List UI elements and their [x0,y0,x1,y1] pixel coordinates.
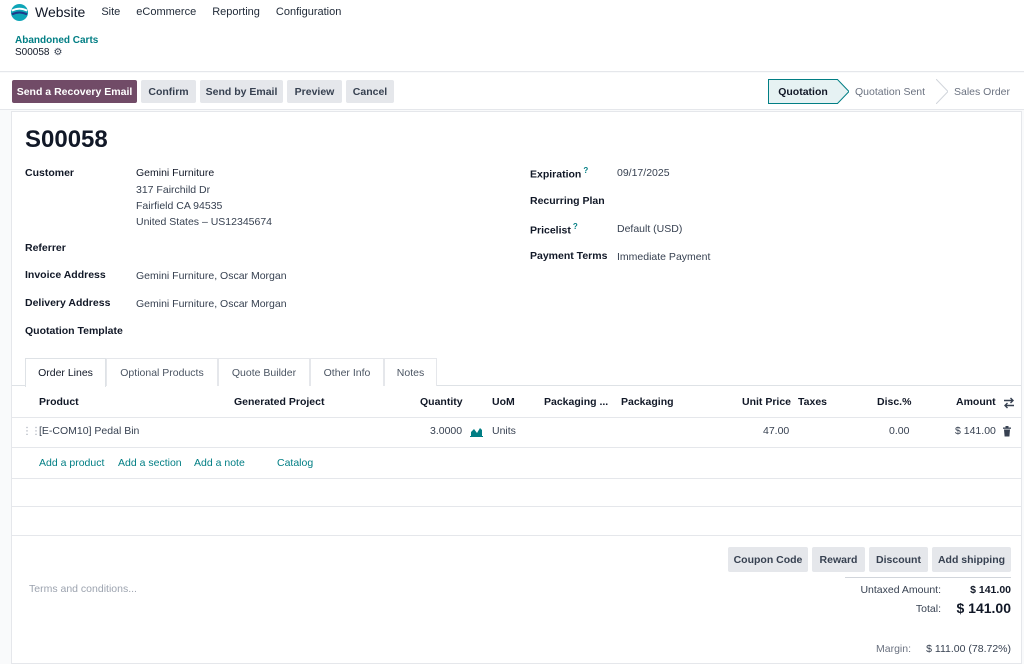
tab-quote-builder[interactable]: Quote Builder [218,358,310,386]
add-note-link[interactable]: Add a note [194,457,245,469]
gear-icon[interactable]: ⚙ [53,47,62,58]
customer-address-line1: 317 Fairchild Dr [136,184,211,196]
status-arrow-icon [837,79,849,104]
untaxed-amount-label: Untaxed Amount: [860,584,941,596]
table-bottom-divider [12,535,1021,536]
add-product-link[interactable]: Add a product [39,457,104,469]
help-icon: ? [583,166,589,175]
invoice-address-field[interactable]: Gemini Furniture, Oscar Morgan [136,270,287,282]
menu-site[interactable]: Site [101,6,120,18]
record-title: S00058 [25,126,108,153]
add-shipping-button[interactable]: Add shipping [932,547,1011,572]
cancel-button[interactable]: Cancel [346,80,394,103]
col-packaging-qty[interactable]: Packaging ... [544,396,608,408]
customer-name[interactable]: Gemini Furniture [136,167,214,179]
customer-address-line2: Fairfield CA 94535 [136,200,223,212]
status-separator-icon [936,79,948,104]
control-panel: Abandoned Carts S00058 ⚙ [0,24,1024,72]
referrer-label: Referrer [25,242,66,254]
tab-other-info[interactable]: Other Info [310,358,384,386]
pricelist-field[interactable]: Default (USD) [617,223,682,235]
col-quantity[interactable]: Quantity [420,396,463,408]
top-navbar: Website Site eCommerce Reporting Configu… [0,0,1024,24]
preview-button[interactable]: Preview [287,80,342,103]
product-cell[interactable]: [E-COM10] Pedal Bin [39,425,139,437]
customer-address-line3: United States – US12345674 [136,216,273,228]
col-amount[interactable]: Amount [956,396,996,408]
send-recovery-email-button[interactable]: Send a Recovery Email [12,80,137,103]
trash-icon[interactable] [1002,426,1012,437]
menu-reporting[interactable]: Reporting [212,6,260,18]
send-by-email-button[interactable]: Send by Email [200,80,283,103]
status-quotation[interactable]: Quotation [768,79,838,104]
notebook-tabs: Order Lines Optional Products Quote Buil… [12,358,1021,387]
margin-value: $ 111.00 (78.72%) [926,643,1011,655]
total-value: $ 141.00 [956,600,1012,616]
help-icon: ? [572,222,578,231]
col-unit-price[interactable]: Unit Price [742,396,791,408]
pricelist-label: Pricelist? [530,222,578,237]
delivery-address-label: Delivery Address [25,297,111,309]
col-product[interactable]: Product [39,396,79,408]
row-divider [12,447,1021,448]
tab-order-lines[interactable]: Order Lines [25,358,106,387]
discount-cell[interactable]: 0.00 [889,425,909,437]
totals-divider [845,577,1011,578]
expiration-label: Expiration? [530,166,589,181]
breadcrumb-abandoned-carts[interactable]: Abandoned Carts [15,35,98,46]
unit-price-cell[interactable]: 47.00 [763,425,789,437]
margin-label: Margin: [875,643,911,655]
quotation-template-label: Quotation Template [25,325,123,337]
amount-cell: $ 141.00 [955,425,996,437]
terms-conditions-field[interactable]: Terms and conditions... [29,583,137,595]
col-uom[interactable]: UoM [492,396,515,408]
col-generated-project[interactable]: Generated Project [234,396,324,408]
tab-optional-products[interactable]: Optional Products [106,358,218,386]
form-sheet: S00058 Customer Gemini Furniture 317 Fai… [11,111,1022,664]
col-disc[interactable]: Disc.% [877,396,911,408]
menu-ecommerce[interactable]: eCommerce [136,6,196,18]
reward-button[interactable]: Reward [812,547,865,572]
expiration-field[interactable]: 09/17/2025 [617,167,670,179]
payment-terms-label: Payment Terms [530,250,608,262]
discount-button[interactable]: Discount [869,547,928,572]
recurring-plan-label: Recurring Plan [530,195,605,207]
col-taxes[interactable]: Taxes [798,396,827,408]
header-divider [12,417,1021,418]
payment-terms-field[interactable]: Immediate Payment [617,251,710,263]
action-bar: Send a Recovery Email Confirm Send by Em… [0,73,1024,110]
status-quotation-sent[interactable]: Quotation Sent [855,79,925,104]
customer-label: Customer [25,167,75,179]
drag-handle-icon[interactable]: ⋮⋮ [22,426,41,437]
uom-cell[interactable]: Units [492,425,516,437]
catalog-link[interactable]: Catalog [277,457,313,469]
tab-notes[interactable]: Notes [384,358,437,386]
confirm-button[interactable]: Confirm [141,80,196,103]
add-section-link[interactable]: Add a section [118,457,182,469]
quantity-cell[interactable]: 3.0000 [430,425,462,437]
col-packaging[interactable]: Packaging [621,396,674,408]
untaxed-amount-value: $ 141.00 [970,584,1011,596]
forecast-chart-icon[interactable] [470,426,483,437]
breadcrumb-current: S00058 ⚙ [15,47,62,58]
empty-row-divider [12,506,1021,507]
status-sales-order[interactable]: Sales Order [954,79,1010,104]
delivery-address-field[interactable]: Gemini Furniture, Oscar Morgan [136,298,287,310]
website-app-icon[interactable] [10,3,29,22]
breadcrumb-record: S00058 [15,47,50,58]
menu-configuration[interactable]: Configuration [276,6,341,18]
coupon-code-button[interactable]: Coupon Code [728,547,808,572]
app-name[interactable]: Website [35,4,85,20]
empty-row-divider [12,478,1021,479]
optional-columns-icon[interactable] [1003,397,1015,409]
invoice-address-label: Invoice Address [25,269,106,281]
